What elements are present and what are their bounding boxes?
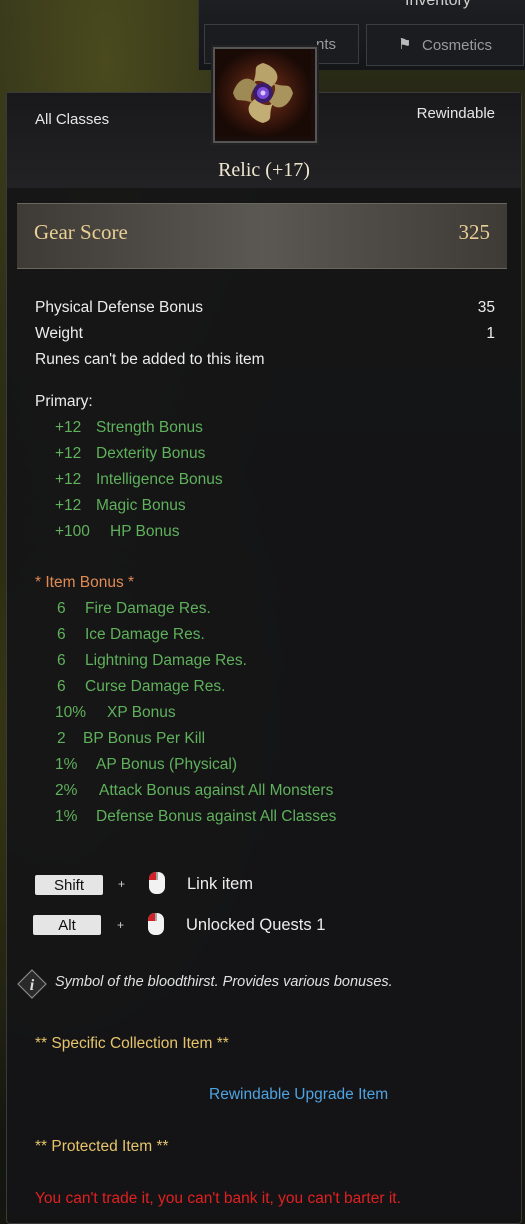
item-tooltip: All Classes Rewindable Relic (+17) Gear … (6, 47, 522, 1224)
primary-amount: +12 (55, 445, 82, 462)
trade-restriction: You can't trade it, you can't bank it, y… (35, 1190, 401, 1207)
primary-amount: +12 (55, 419, 82, 436)
stat-value: 35 (477, 299, 495, 316)
bonus-name: Fire Damage Res. (85, 600, 211, 617)
item-bonus-header: * Item Bonus * (35, 574, 135, 591)
bonus-name: Lightning Damage Res. (85, 652, 247, 669)
bonus-name: XP Bonus (107, 704, 176, 721)
gear-score-label: Gear Score (34, 220, 128, 244)
gear-score-value: 325 (458, 220, 491, 244)
plus-sign: + (118, 877, 126, 891)
bonus-amount: 6 (57, 678, 66, 695)
bonus-name: Defense Bonus against All Classes (96, 808, 337, 825)
bonus-name: Ice Damage Res. (85, 626, 205, 643)
primary-amount: +12 (55, 471, 82, 488)
primary-name: HP Bonus (110, 523, 180, 540)
bonus-name: BP Bonus Per Kill (83, 730, 206, 747)
rewindable-upgrade-link[interactable]: Rewindable Upgrade Item (209, 1086, 388, 1104)
svg-text:i: i (30, 977, 35, 994)
item-description: Symbol of the bloodthirst. Provides vari… (55, 974, 393, 990)
info-icon: i (17, 969, 47, 999)
bonus-amount: 2% (55, 782, 78, 799)
plus-sign: + (117, 918, 125, 932)
stat-label: Weight (35, 325, 83, 342)
mouse-left-click-icon (148, 871, 166, 895)
primary-amount: +100 (55, 523, 90, 540)
rewindable-label: Rewindable (416, 105, 495, 122)
gear-score-band: Gear Score 325 (17, 203, 507, 269)
link-item-action: Link item (187, 875, 254, 893)
alt-key: Alt (33, 915, 101, 935)
relic-emblem-icon (213, 47, 317, 143)
collection-note: ** Specific Collection Item ** (35, 1035, 229, 1052)
bonus-amount: 1% (55, 808, 78, 825)
tab-cosmetics[interactable]: ⚑ Cosmetics (366, 24, 524, 66)
protected-note: ** Protected Item ** (35, 1138, 169, 1155)
bonus-name: AP Bonus (Physical) (96, 756, 237, 773)
tab-cosmetics-label: Cosmetics (421, 36, 492, 54)
primary-amount: +12 (55, 497, 82, 514)
mouse-left-click-icon (147, 912, 165, 936)
bonus-name: Curse Damage Res. (85, 678, 226, 695)
primary-name: Magic Bonus (96, 497, 186, 514)
tab-equipments-label: nts (315, 35, 336, 53)
stat-row: Weight 1 (35, 325, 495, 343)
bonus-amount: 6 (57, 652, 66, 669)
stat-value: 1 (486, 325, 495, 342)
class-restriction: All Classes (35, 111, 110, 128)
primary-name: Strength Bonus (96, 419, 203, 436)
item-name: Relic (+17) (218, 159, 310, 181)
primary-name: Intelligence Bonus (96, 471, 223, 488)
bonus-amount: 6 (57, 600, 66, 617)
primary-name: Dexterity Bonus (96, 445, 206, 462)
unlocked-quests-action: Unlocked Quests 1 (186, 916, 326, 934)
stat-label: Physical Defense Bonus (35, 299, 204, 316)
inventory-title: Inventory (405, 0, 471, 9)
rune-note: Runes can't be added to this item (35, 351, 265, 368)
bonus-amount: 1% (55, 756, 78, 773)
bonus-amount: 2 (57, 730, 66, 747)
stat-row: Physical Defense Bonus 35 (35, 299, 495, 317)
bonus-amount: 6 (57, 626, 66, 643)
bonus-amount: 10% (55, 704, 87, 721)
shift-key: Shift (35, 875, 103, 895)
bonus-name: Attack Bonus against All Monsters (99, 782, 334, 799)
primary-header: Primary: (35, 393, 93, 410)
cosmetics-icon: ⚑ (397, 36, 412, 53)
